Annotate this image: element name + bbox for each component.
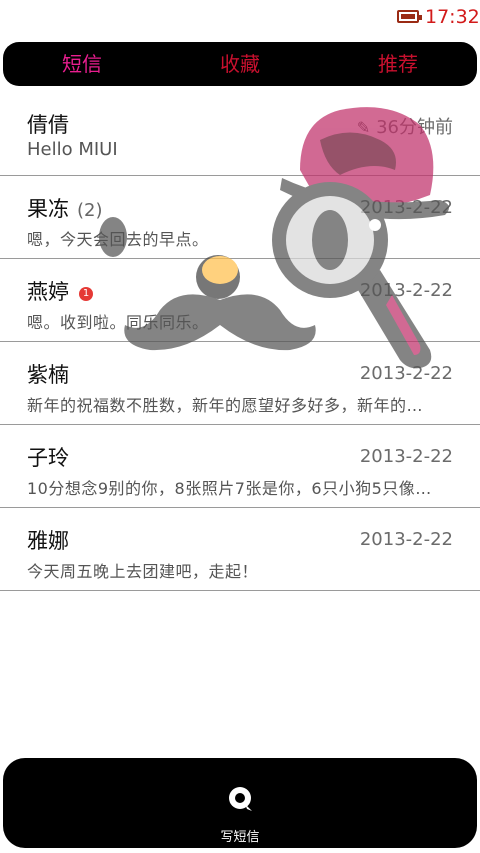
- conversation-row[interactable]: 雅娜 2013-2-22 今天周五晚上去团建吧，走起！: [0, 508, 480, 591]
- tab-messages[interactable]: 短信: [3, 42, 161, 86]
- conversation-row[interactable]: 倩倩 ✎ 36分钟前 Hello MIUI: [0, 92, 480, 176]
- contact-name: 雅娜: [27, 529, 69, 553]
- message-count: (2): [77, 200, 103, 221]
- search-bubble-icon: [229, 787, 252, 811]
- message-time: 2013-2-22: [359, 446, 453, 467]
- tab-bar: 短信 收藏 推荐: [3, 42, 477, 86]
- message-time: 2013-2-22: [359, 363, 453, 384]
- tab-recommended[interactable]: 推荐: [319, 42, 477, 86]
- message-preview: Hello MIUI: [27, 139, 118, 160]
- conversation-row[interactable]: 紫楠 2013-2-22 新年的祝福数不胜数，新年的愿望好多好多，新年的…: [0, 342, 480, 425]
- unread-badge: 1: [79, 287, 93, 301]
- contact-name: 紫楠: [27, 363, 69, 387]
- tab-favorites[interactable]: 收藏: [161, 42, 319, 86]
- message-time: 2013-2-22: [359, 529, 453, 550]
- message-preview: 嗯。收到啦。同乐同乐。: [27, 313, 209, 332]
- compose-button-label[interactable]: 写短信: [3, 826, 477, 845]
- message-time: ✎ 36分钟前: [356, 117, 453, 138]
- message-preview: 今天周五晚上去团建吧，走起！: [27, 562, 259, 581]
- status-bar: 17:32: [0, 0, 480, 36]
- conversation-row[interactable]: 燕婷 1 2013-2-22 嗯。收到啦。同乐同乐。: [0, 259, 480, 342]
- message-time: 2013-2-22: [359, 280, 453, 301]
- message-time: 2013-2-22: [359, 197, 453, 218]
- message-preview: 10分想念9别的你，8张照片7张是你，6只小狗5只像…: [27, 479, 432, 498]
- compose-bar[interactable]: 写短信: [3, 758, 477, 848]
- contact-name: 果冻 (2): [27, 197, 103, 221]
- status-time: 17:32: [425, 6, 480, 28]
- message-preview: 嗯，今天会回去的早点。: [27, 230, 209, 249]
- contact-name: 子玲: [27, 446, 69, 470]
- battery-icon: [397, 10, 422, 23]
- contact-name: 燕婷 1: [27, 276, 93, 306]
- contact-name: 倩倩: [27, 113, 69, 137]
- conversation-row[interactable]: 子玲 2013-2-22 10分想念9别的你，8张照片7张是你，6只小狗5只像…: [0, 425, 480, 508]
- pencil-icon: ✎: [356, 118, 371, 137]
- message-preview: 新年的祝福数不胜数，新年的愿望好多好多，新年的…: [27, 396, 424, 415]
- conversation-row[interactable]: 果冻 (2) 2013-2-22 嗯，今天会回去的早点。: [0, 176, 480, 259]
- conversation-list: 倩倩 ✎ 36分钟前 Hello MIUI 果冻 (2) 2013-2-22 嗯，今…: [0, 92, 480, 591]
